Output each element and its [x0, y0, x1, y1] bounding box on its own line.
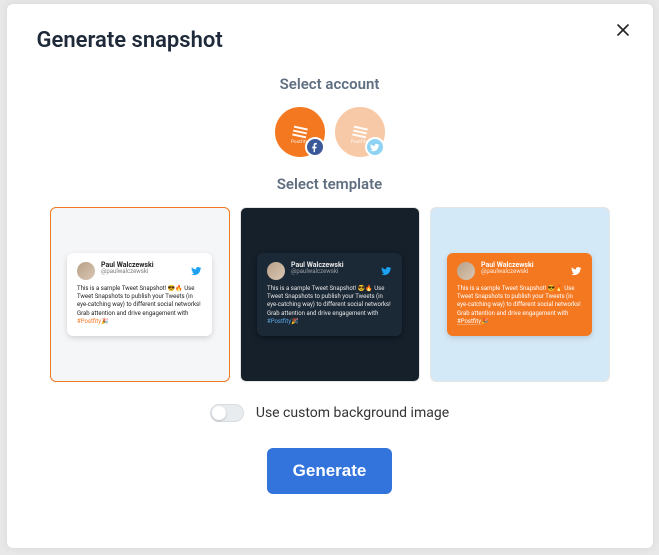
close-button[interactable] [615, 22, 631, 42]
select-template-label: Select template [37, 175, 623, 193]
tweet-body: This is a sample Tweet Snapshot! 😎🔥 Use … [77, 285, 202, 325]
custom-background-label: Use custom background image [256, 405, 449, 421]
avatar [77, 262, 95, 280]
twitter-bird-icon [190, 262, 202, 274]
avatar [457, 262, 475, 280]
template-option-light[interactable]: Paul Walczewski @paulwalczewski This is … [50, 207, 230, 382]
select-account-label: Select account [37, 75, 623, 93]
tweet-author-handle: @paulwalczewski [481, 269, 534, 275]
modal-title: Generate snapshot [37, 28, 623, 53]
facebook-icon [305, 137, 325, 157]
twitter-icon [365, 137, 385, 157]
tweet-preview: Paul Walczewski @paulwalczewski This is … [257, 253, 402, 335]
generate-snapshot-modal: Generate snapshot Select account Postfit… [7, 4, 653, 548]
generate-button[interactable]: Generate [267, 448, 393, 494]
account-selector: Postfity Postfity [37, 107, 623, 157]
template-selector: Paul Walczewski @paulwalczewski This is … [37, 207, 623, 382]
tweet-preview: Paul Walczewski @paulwalczewski This is … [447, 253, 592, 335]
tweet-preview: Paul Walczewski @paulwalczewski This is … [67, 253, 212, 335]
account-option-facebook[interactable]: Postfity [275, 107, 325, 157]
avatar [267, 262, 285, 280]
twitter-bird-icon [570, 262, 582, 274]
template-option-dark[interactable]: Paul Walczewski @paulwalczewski This is … [240, 207, 420, 382]
custom-background-toggle[interactable] [210, 404, 244, 422]
tweet-author-handle: @paulwalczewski [291, 269, 344, 275]
template-option-orange[interactable]: Paul Walczewski @paulwalczewski This is … [430, 207, 610, 382]
account-option-twitter[interactable]: Postfity [335, 107, 385, 157]
twitter-bird-icon [380, 262, 392, 274]
custom-background-row: Use custom background image [37, 404, 623, 422]
tweet-body: This is a sample Tweet Snapshot! 😎🔥 Use … [457, 285, 582, 325]
tweet-author-handle: @paulwalczewski [101, 269, 154, 275]
tweet-body: This is a sample Tweet Snapshot! 😎🔥 Use … [267, 285, 392, 325]
